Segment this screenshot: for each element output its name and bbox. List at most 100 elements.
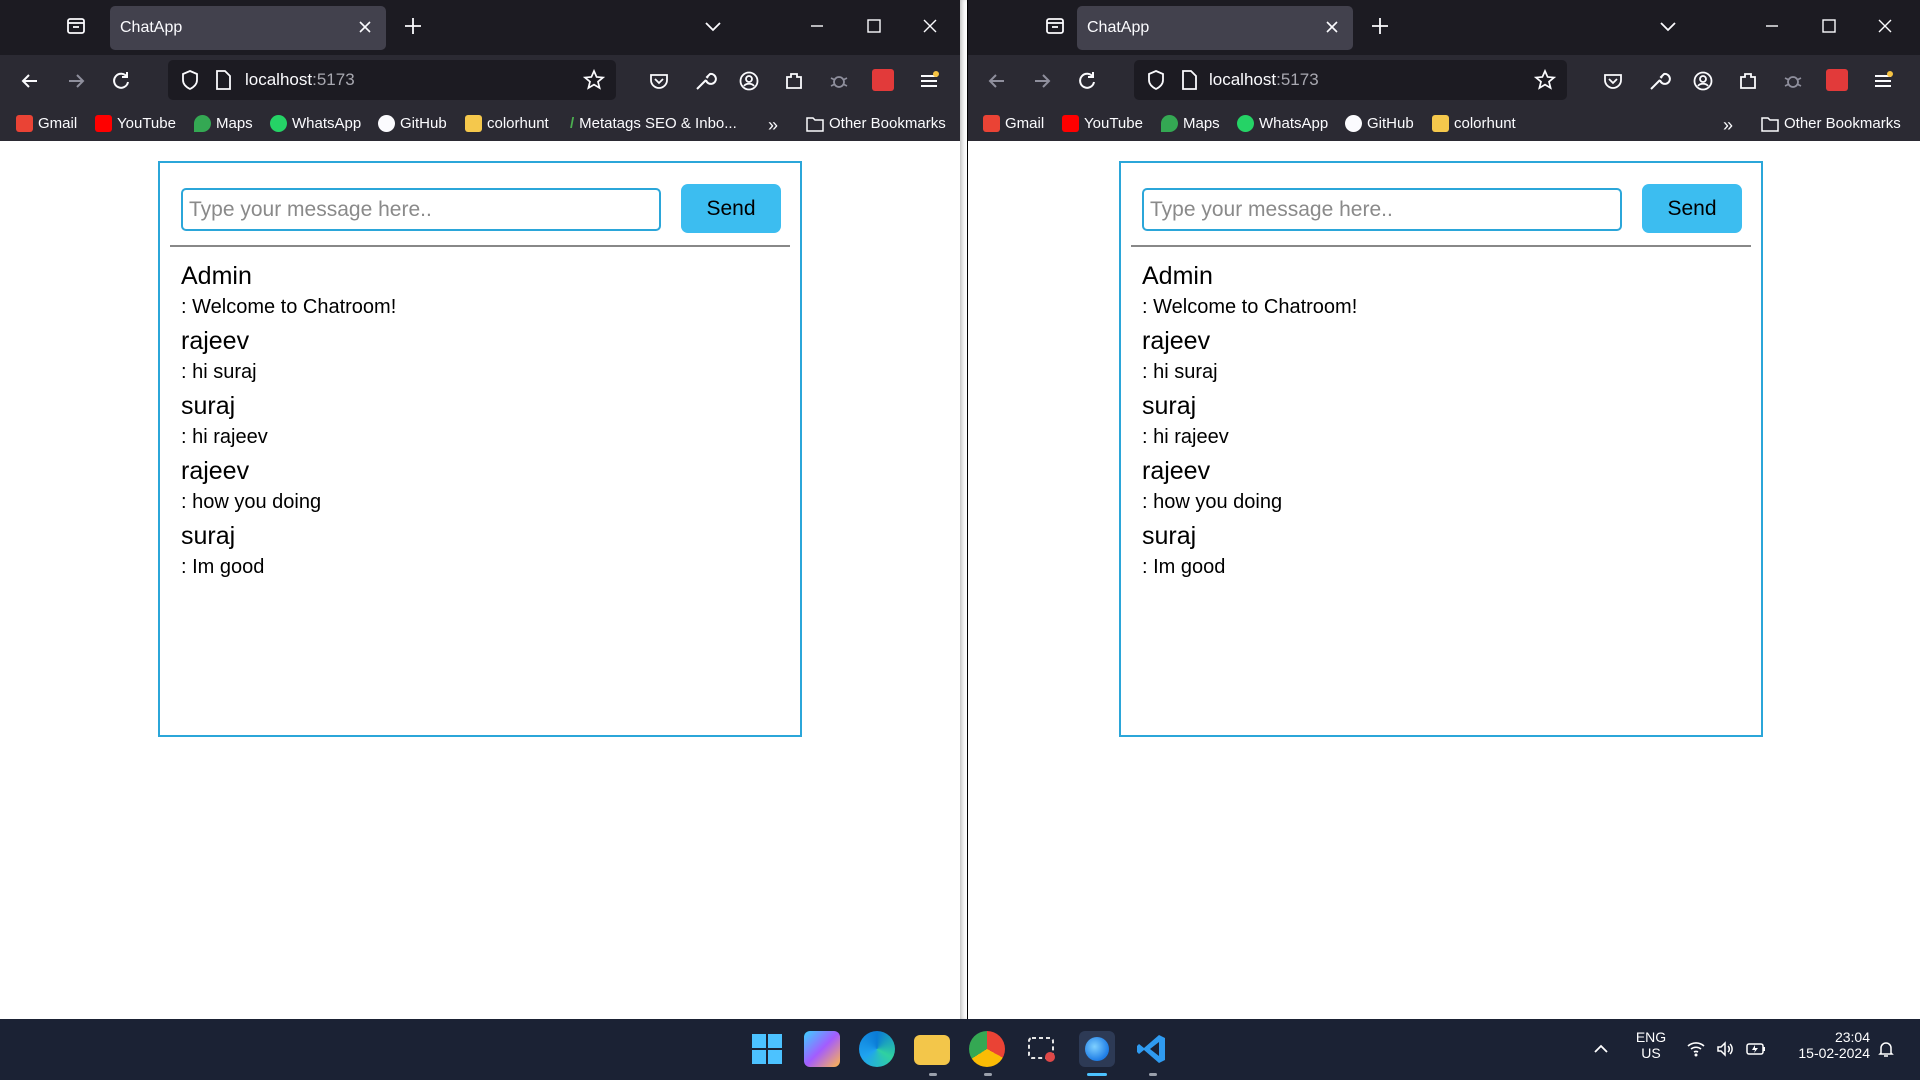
bug-icon[interactable] <box>1780 68 1806 94</box>
minimize-icon[interactable] <box>805 14 829 38</box>
chevron-down-icon[interactable] <box>701 14 725 38</box>
firefox-active-bg[interactable] <box>1079 1031 1115 1067</box>
send-button[interactable]: Send <box>1642 184 1742 233</box>
account-icon[interactable] <box>1690 68 1716 94</box>
star-icon[interactable] <box>1533 68 1557 92</box>
notification-icon[interactable] <box>1876 1039 1896 1059</box>
bookmark-label: colorhunt <box>1454 115 1516 132</box>
back-icon[interactable] <box>17 68 43 94</box>
bookmark-gmail[interactable]: Gmail <box>16 115 77 132</box>
tab-view-icon[interactable] <box>64 14 88 38</box>
bookmark-maps[interactable]: Maps <box>194 115 253 132</box>
tab-chatapp[interactable]: ChatApp <box>110 6 386 50</box>
url-bar[interactable]: localhost:5173 <box>1134 60 1567 100</box>
star-icon[interactable] <box>582 68 606 92</box>
input-language[interactable]: ENG US <box>1631 1029 1671 1061</box>
bookmarks-overflow-icon[interactable]: » <box>768 115 778 136</box>
pocket-icon[interactable] <box>646 68 672 94</box>
metatags-icon: / <box>570 115 575 132</box>
other-bookmarks[interactable]: Other Bookmarks <box>806 115 946 132</box>
chevron-down-icon[interactable] <box>1656 14 1680 38</box>
windows-start-icon[interactable] <box>749 1031 785 1067</box>
plus-icon[interactable] <box>401 14 425 38</box>
bookmark-youtube[interactable]: YouTube <box>95 115 176 132</box>
message-input[interactable] <box>181 188 661 231</box>
wifi-icon[interactable] <box>1686 1039 1706 1059</box>
shield-icon[interactable] <box>178 68 202 92</box>
close-window-icon[interactable] <box>1873 14 1897 38</box>
reload-icon[interactable] <box>108 68 134 94</box>
url-port: :5173 <box>312 70 355 89</box>
edge-icon[interactable] <box>859 1031 895 1067</box>
wrench-icon[interactable] <box>1645 68 1671 94</box>
bookmark-github[interactable]: GitHub <box>378 115 447 132</box>
copilot-icon[interactable] <box>804 1031 840 1067</box>
pocket-icon[interactable] <box>1600 68 1626 94</box>
bookmark-whatsapp[interactable]: WhatsApp <box>270 115 361 132</box>
extension-red-icon[interactable] <box>872 69 894 91</box>
running-indicator <box>1149 1073 1157 1076</box>
forward-icon[interactable] <box>63 68 89 94</box>
bookmark-whatsapp[interactable]: WhatsApp <box>1237 115 1328 132</box>
bookmark-label: WhatsApp <box>1259 115 1329 132</box>
account-icon[interactable] <box>736 68 762 94</box>
bookmark-label: GitHub <box>1367 115 1414 132</box>
tab-title: ChatApp <box>1087 19 1150 36</box>
shield-icon[interactable] <box>1144 68 1168 92</box>
url-bar[interactable]: localhost:5173 <box>168 60 616 100</box>
maps-icon <box>194 115 211 132</box>
chrome-icon[interactable] <box>969 1031 1005 1067</box>
bug-icon[interactable] <box>826 68 852 94</box>
other-bookmarks[interactable]: Other Bookmarks <box>1761 115 1901 132</box>
back-icon[interactable] <box>984 68 1010 94</box>
volume-icon[interactable] <box>1715 1039 1735 1059</box>
tab-view-icon[interactable] <box>1043 14 1067 38</box>
minimize-icon[interactable] <box>1760 14 1784 38</box>
page-icon[interactable] <box>212 68 234 92</box>
url-host: localhost <box>245 70 313 89</box>
extensions-icon[interactable] <box>1735 68 1761 94</box>
url-text[interactable]: localhost:5173 <box>1209 70 1319 90</box>
snipping-tool-icon[interactable] <box>1024 1031 1060 1067</box>
url-text[interactable]: localhost:5173 <box>245 70 355 90</box>
battery-icon[interactable] <box>1745 1039 1767 1059</box>
page-icon[interactable] <box>1178 68 1200 92</box>
bookmark-colorhunt[interactable]: colorhunt <box>465 115 549 132</box>
bookmarks-overflow-icon[interactable]: » <box>1723 115 1733 136</box>
bookmarks-bar: Gmail YouTube Maps WhatsApp GitHub color… <box>968 107 1920 141</box>
file-explorer-icon[interactable] <box>914 1035 950 1065</box>
vscode-icon[interactable] <box>1134 1031 1170 1067</box>
plus-icon[interactable] <box>1368 14 1392 38</box>
browser-window-right: ChatApp localhost:5173 Gmail YouTube Map… <box>967 0 1920 1019</box>
youtube-icon <box>1062 115 1079 132</box>
extension-red-icon[interactable] <box>1826 69 1848 91</box>
clock[interactable]: 23:04 15-02-2024 <box>1778 1029 1870 1061</box>
bookmark-youtube[interactable]: YouTube <box>1062 115 1143 132</box>
close-window-icon[interactable] <box>918 14 942 38</box>
menu-icon[interactable] <box>1870 68 1896 94</box>
close-icon[interactable] <box>354 16 376 38</box>
bookmark-github[interactable]: GitHub <box>1345 115 1414 132</box>
message-sender: suraj <box>181 392 236 420</box>
bookmark-metatags[interactable]: / Metatags SEO & Inbo... <box>570 115 737 132</box>
reload-icon[interactable] <box>1074 68 1100 94</box>
menu-icon[interactable] <box>916 68 942 94</box>
divider <box>1131 245 1751 247</box>
close-icon[interactable] <box>1321 16 1343 38</box>
maximize-icon[interactable] <box>1817 14 1841 38</box>
extensions-icon[interactable] <box>781 68 807 94</box>
bookmark-gmail[interactable]: Gmail <box>983 115 1044 132</box>
message-text: : hi rajeev <box>1142 426 1229 448</box>
forward-icon[interactable] <box>1029 68 1055 94</box>
bookmark-maps[interactable]: Maps <box>1161 115 1220 132</box>
bookmarks-bar: Gmail YouTube Maps WhatsApp GitHub color… <box>0 107 960 141</box>
send-button[interactable]: Send <box>681 184 781 233</box>
chevron-up-icon[interactable] <box>1592 1040 1610 1058</box>
message-input[interactable] <box>1142 188 1622 231</box>
tab-chatapp[interactable]: ChatApp <box>1077 6 1353 50</box>
bookmark-label: YouTube <box>1084 115 1143 132</box>
bookmark-colorhunt[interactable]: colorhunt <box>1432 115 1516 132</box>
maximize-icon[interactable] <box>862 14 886 38</box>
wrench-icon[interactable] <box>691 68 717 94</box>
bookmark-label: GitHub <box>400 115 447 132</box>
